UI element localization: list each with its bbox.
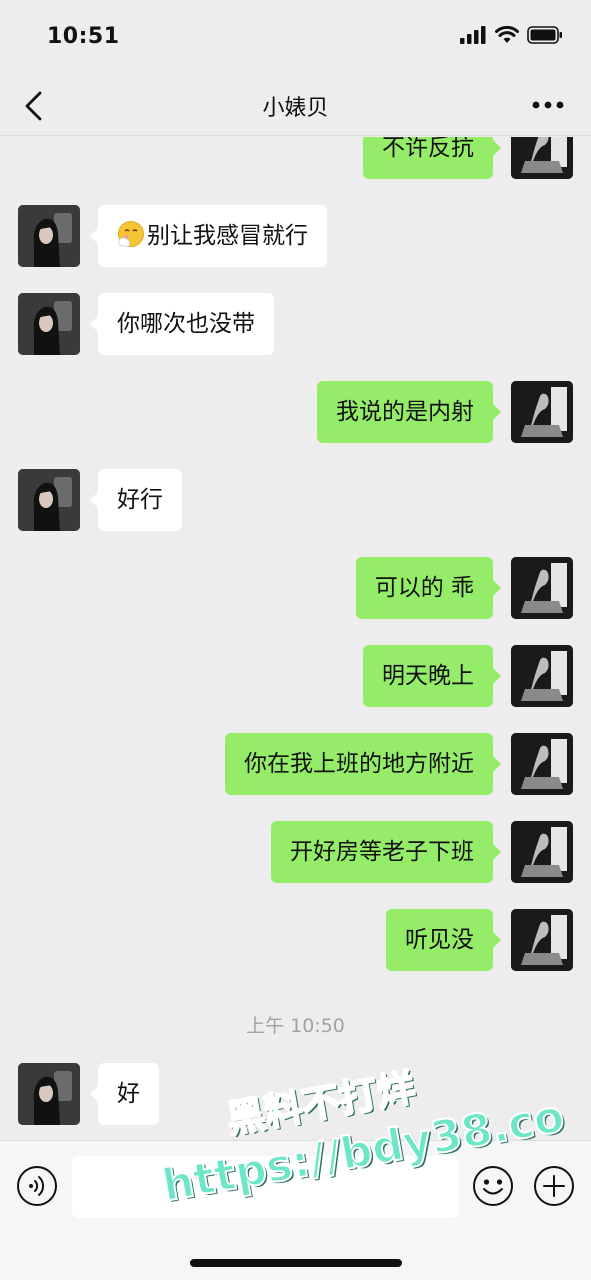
avatar-image [511, 645, 573, 707]
status-time: 10:51 [47, 24, 120, 49]
message-bubble[interactable]: 开好房等老子下班 [271, 821, 501, 883]
message-row: 可以的 乖 [0, 557, 591, 619]
message-row: 好 [0, 1063, 591, 1125]
home-indicator [190, 1259, 402, 1267]
message-bubble[interactable]: 好 [90, 1063, 159, 1125]
message-row: 你在我上班的地方附近 [0, 733, 591, 795]
message-row: 我说的是内射 [0, 381, 591, 443]
message-bubble[interactable]: 听见没 [386, 909, 501, 971]
my-avatar[interactable] [511, 645, 573, 707]
message-bubble[interactable]: 好行 [90, 469, 182, 531]
message-bubble[interactable]: 可以的 乖 [355, 557, 502, 619]
chat-header: 小婊贝 [0, 76, 591, 136]
contact-avatar[interactable] [18, 469, 80, 531]
my-avatar[interactable] [511, 733, 573, 795]
contact-avatar[interactable] [18, 293, 80, 355]
message-bubble[interactable]: 你在我上班的地方附近 [225, 733, 501, 795]
my-avatar[interactable] [511, 909, 573, 971]
message-row: 好行 [0, 469, 591, 531]
avatar-image [18, 205, 80, 267]
avatar-image [18, 1063, 80, 1125]
message-list[interactable]: 不许反抗 别让我感冒就行 你哪次也没带 我说的是内射 好行 可以的 乖 明天晚上… [0, 137, 591, 1140]
message-timestamp: 上午 10:50 [246, 1015, 345, 1037]
voice-input-icon[interactable] [16, 1165, 58, 1207]
message-row: 不许反抗 [0, 137, 591, 179]
my-avatar[interactable] [511, 557, 573, 619]
avatar-image [511, 821, 573, 883]
cellular-signal-icon [460, 26, 486, 44]
message-row: 开好房等老子下班 [0, 821, 591, 883]
status-icons [460, 26, 563, 44]
avatar-image [18, 293, 80, 355]
message-row: 听见没 [0, 909, 591, 971]
more-options-icon[interactable] [531, 100, 565, 110]
message-row: 明天晚上 [0, 645, 591, 707]
message-row: 别让我感冒就行 [0, 205, 591, 267]
avatar-image [511, 137, 573, 179]
message-bubble[interactable]: 不许反抗 [363, 137, 501, 179]
add-attachment-icon[interactable] [533, 1165, 575, 1207]
status-bar: 10:51 [0, 0, 591, 76]
my-avatar[interactable] [511, 137, 573, 179]
contact-avatar[interactable] [18, 205, 80, 267]
battery-icon [527, 26, 562, 44]
wifi-icon [495, 26, 519, 43]
message-bubble[interactable]: 你哪次也没带 [90, 293, 274, 355]
message-row: 你哪次也没带 [0, 293, 591, 355]
contact-avatar[interactable] [18, 1063, 80, 1125]
message-text: 别让我感冒就行 [147, 223, 308, 249]
message-bubble[interactable]: 别让我感冒就行 [90, 205, 327, 267]
avatar-image [511, 733, 573, 795]
chat-title: 小婊贝 [262, 96, 329, 121]
sneezing-face-emoji-icon [118, 221, 144, 247]
message-bubble[interactable]: 明天晚上 [363, 645, 501, 707]
avatar-image [511, 909, 573, 971]
message-bubble[interactable]: 我说的是内射 [317, 381, 501, 443]
avatar-image [511, 381, 573, 443]
emoji-picker-icon[interactable] [472, 1165, 514, 1207]
message-input[interactable] [72, 1156, 458, 1218]
avatar-image [18, 469, 80, 531]
avatar-image [511, 557, 573, 619]
my-avatar[interactable] [511, 381, 573, 443]
my-avatar[interactable] [511, 821, 573, 883]
